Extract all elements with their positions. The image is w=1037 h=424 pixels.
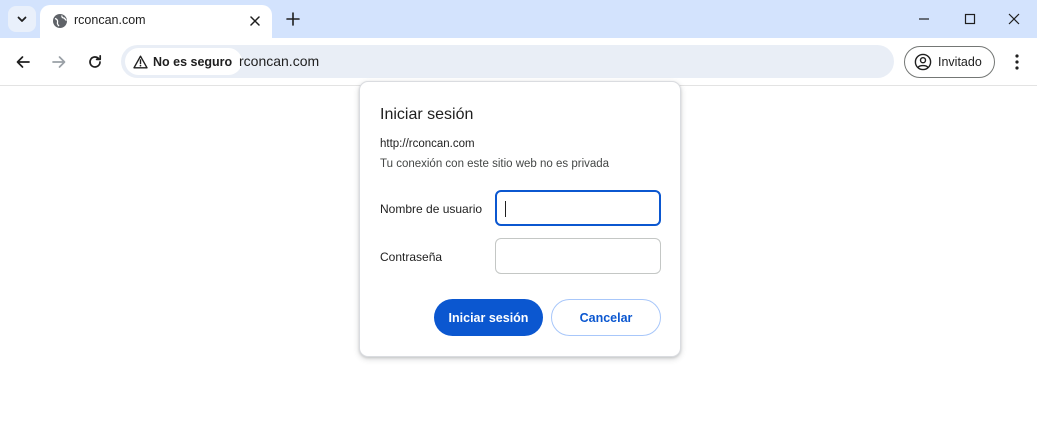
close-icon: [1008, 13, 1020, 25]
account-circle-icon: [914, 53, 932, 71]
arrow-left-icon: [16, 56, 30, 68]
cancel-button[interactable]: Cancelar: [551, 299, 661, 336]
profile-label: Invitado: [938, 55, 982, 69]
url-text[interactable]: rconcan.com: [239, 53, 319, 69]
tab-search-button[interactable]: [8, 6, 36, 32]
connection-warning: Tu conexión con este sitio web no es pri…: [380, 158, 610, 170]
text-caret: [505, 201, 506, 217]
address-bar[interactable]: No es seguro rconcan.com: [121, 45, 894, 78]
maximize-button[interactable]: [947, 4, 993, 34]
username-input[interactable]: [495, 190, 661, 226]
close-window-button[interactable]: [991, 4, 1037, 34]
browser-tab[interactable]: rconcan.com: [40, 5, 272, 38]
warning-icon: [133, 55, 148, 68]
security-indicator[interactable]: No es seguro: [125, 48, 243, 75]
tab-close-button[interactable]: [246, 12, 264, 30]
arrow-right-icon: [52, 56, 66, 68]
tab-strip: rconcan.com: [0, 0, 1037, 38]
tab-title: rconcan.com: [74, 13, 146, 27]
username-label: Nombre de usuario: [380, 202, 483, 216]
password-input[interactable]: [495, 238, 661, 274]
new-tab-button[interactable]: [282, 8, 304, 30]
sign-in-button[interactable]: Iniciar sesión: [434, 299, 543, 336]
browser-toolbar: No es seguro rconcan.com Invitado: [0, 38, 1037, 86]
back-button[interactable]: [8, 47, 38, 77]
browser-window: rconcan.com No es seguro rconcan.com Inv…: [0, 0, 1037, 424]
minimize-button[interactable]: [901, 4, 947, 34]
plus-icon: [286, 12, 300, 26]
minimize-icon: [919, 18, 929, 20]
forward-button[interactable]: [44, 47, 74, 77]
profile-button[interactable]: Invitado: [904, 46, 995, 78]
chevron-down-icon: [17, 16, 27, 22]
dialog-origin: http://rconcan.com: [380, 138, 475, 150]
reload-icon: [89, 54, 102, 68]
more-vertical-icon: [1015, 54, 1019, 70]
close-icon: [250, 16, 260, 26]
sign-in-dialog: Iniciar sesión http://rconcan.com Tu con…: [359, 81, 681, 357]
browser-menu-button[interactable]: [1004, 48, 1030, 76]
globe-icon: [53, 14, 67, 28]
dialog-title: Iniciar sesión: [380, 106, 474, 123]
security-label: No es seguro: [153, 54, 233, 69]
reload-button[interactable]: [80, 47, 110, 77]
password-label: Contraseña: [380, 250, 443, 264]
maximize-icon: [964, 13, 976, 25]
